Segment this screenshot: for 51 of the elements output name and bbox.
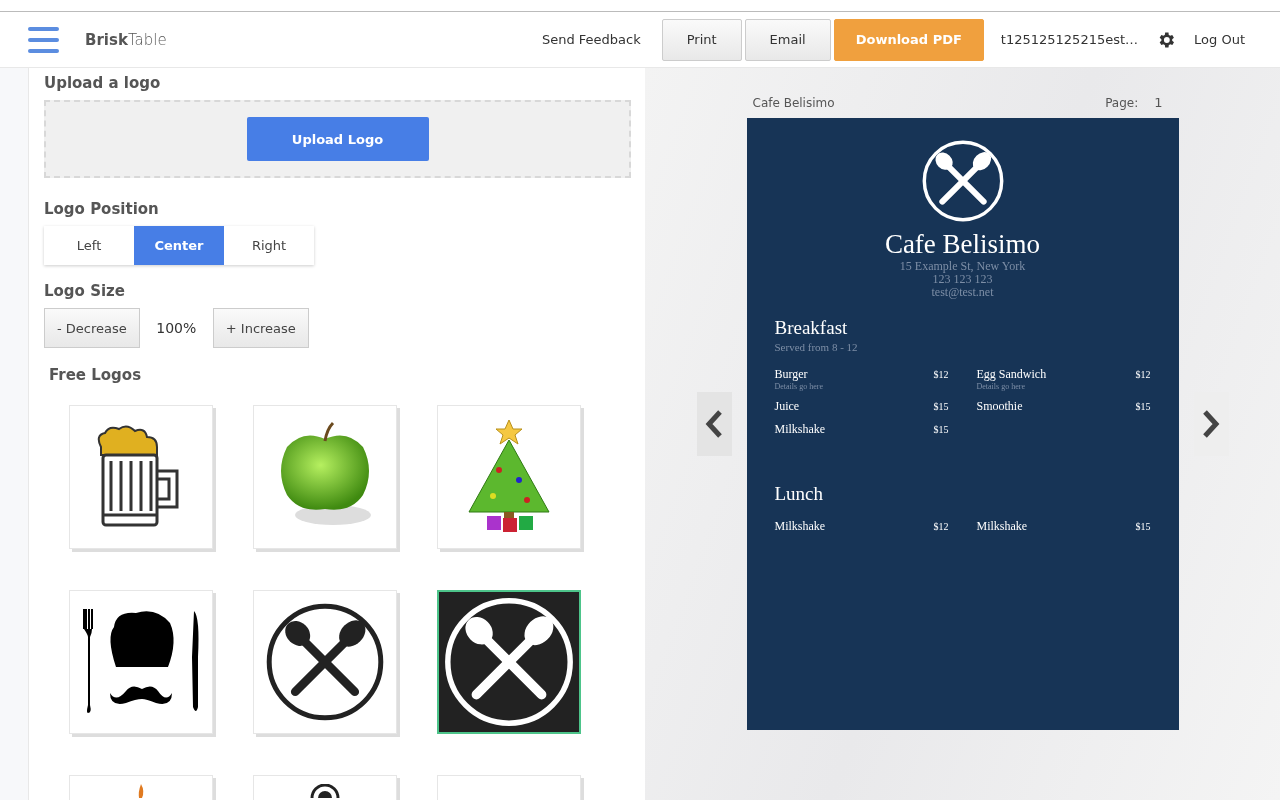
section-title: Free Logos — [49, 366, 143, 384]
item-price: $12 — [1135, 368, 1151, 380]
chevron-left-icon — [705, 410, 723, 438]
upload-logo-button[interactable]: Upload Logo — [246, 117, 429, 161]
position-tab[interactable]: Right — [224, 226, 314, 265]
toolbar-button[interactable]: Print — [661, 18, 742, 61]
wheel-icon — [310, 784, 340, 798]
address-text: 15 Example St, New York — [899, 259, 1026, 273]
page-number: 1 — [1154, 95, 1163, 110]
flame-icon — [136, 784, 146, 798]
section-heading: Lunch — [774, 482, 825, 505]
username[interactable]: t125125125215est… — [1000, 32, 1139, 47]
toolbar-button[interactable]: Email — [744, 18, 831, 61]
item-price: $12 — [933, 520, 949, 532]
item-price: $15 — [933, 423, 949, 435]
logo-tile[interactable] — [437, 590, 581, 734]
item-name: Juice — [774, 398, 800, 414]
item-name: Smoothie — [976, 398, 1023, 414]
item-price: $15 — [1135, 520, 1151, 532]
menu-icon[interactable] — [28, 26, 59, 53]
item-price: $15 — [933, 400, 949, 412]
logout-link[interactable]: Log Out — [1194, 32, 1245, 47]
position-tab[interactable]: Left — [44, 226, 134, 265]
increase-button[interactable]: + Increase — [212, 308, 309, 348]
item-price: $15 — [1135, 400, 1151, 412]
section-title: Logo Position — [44, 200, 160, 218]
item-details: Details go here — [774, 381, 824, 391]
chevron-right-icon — [1202, 410, 1220, 438]
item-name: Egg Sandwich — [976, 366, 1047, 382]
item-name: Milkshake — [774, 421, 826, 437]
phone-text: 123 123 123 — [932, 272, 993, 286]
item-price: $12 — [933, 368, 949, 380]
upload-drop-zone[interactable]: Upload Logo — [44, 100, 631, 178]
menu-title: Cafe Belisimo — [884, 230, 1041, 260]
section-title: Upload a logo — [44, 74, 162, 92]
item-name: Milkshake — [774, 518, 826, 534]
section-title: Logo Size — [44, 282, 126, 300]
email-text: test@test.net — [931, 285, 994, 299]
position-tab[interactable]: Center — [134, 226, 224, 265]
item-name: Burger — [774, 366, 808, 382]
send-feedback-link[interactable]: Send Feedback — [541, 32, 641, 47]
section-subtitle: Served from 8 - 12 — [774, 340, 859, 353]
brand-logo: BriskTable — [85, 30, 167, 49]
decrease-button[interactable]: - Decrease — [44, 308, 140, 348]
previous-page-button[interactable] — [696, 392, 732, 456]
item-details: Details go here — [976, 381, 1026, 391]
section-heading: Breakfast — [774, 316, 849, 339]
document-name: Cafe Belisimo — [752, 95, 835, 110]
logo-size-value: 100% — [155, 320, 198, 336]
page-label: Page: — [1105, 95, 1139, 110]
item-name: Milkshake — [976, 518, 1028, 534]
